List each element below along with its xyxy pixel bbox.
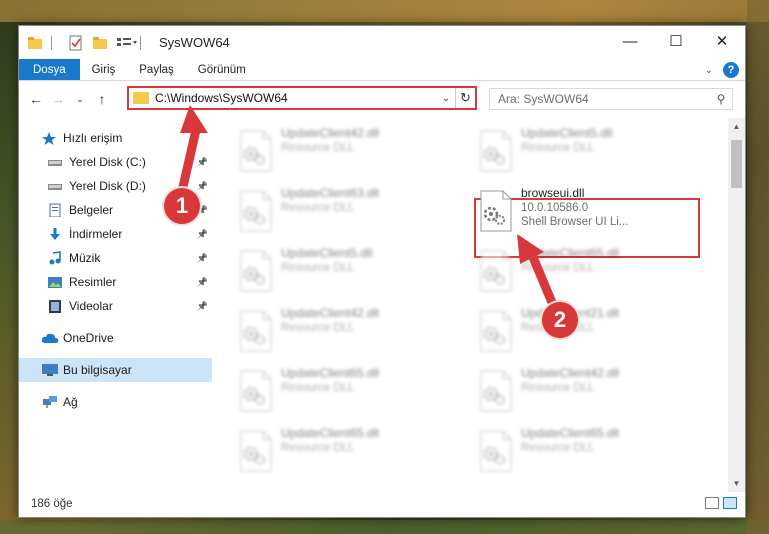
callout-arrowhead-1 [180,105,208,133]
annotation-layer [175,105,561,314]
callout-badge-2: 2 [540,300,580,340]
callout-badge-1: 1 [162,186,202,226]
